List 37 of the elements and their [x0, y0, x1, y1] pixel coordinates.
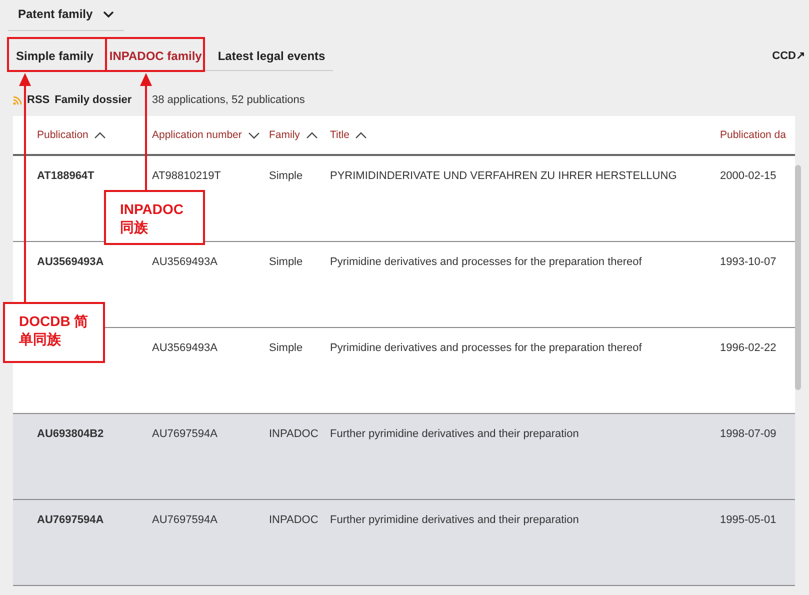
chevron-down-icon	[102, 10, 114, 18]
family-cell: Simple	[269, 342, 303, 354]
publication-date-cell: 1996-02-22	[720, 342, 776, 354]
publication-date-cell: 1998-07-09	[720, 428, 776, 440]
publication-date-cell: 1995-05-01	[720, 514, 776, 526]
title-cell: Pyrimidine derivatives and processes for the preparation thereof	[330, 342, 642, 354]
patent-family-dropdown[interactable]: Patent family	[8, 5, 124, 31]
title-cell: Further pyrimidine derivatives and their preparation	[330, 514, 579, 526]
annotation-callout: INPADOC 同族	[104, 190, 205, 245]
application-number-cell: AU7697594A	[152, 428, 218, 440]
scrollbar[interactable]	[795, 165, 801, 390]
tab[interactable]: INPADOC family	[101, 40, 210, 70]
publication-cell: AU3569493A	[37, 256, 104, 268]
publication-cell: AU7697594A	[37, 514, 104, 526]
title-cell: PYRIMIDINDERIVATE UND VERFAHREN ZU IHRER HERSTELLUNG	[330, 170, 677, 182]
publication-date-cell: 2000-02-15	[720, 170, 776, 182]
rss-icon	[13, 96, 22, 104]
ccd-link[interactable]: CCD↗	[772, 49, 805, 62]
family-dossier-title: Family dossier	[54, 94, 132, 106]
tab[interactable]: Simple family	[8, 40, 102, 70]
rss-link[interactable]: RSS	[27, 94, 50, 106]
family-cell: Simple	[269, 170, 303, 182]
publication-cell: AU693804B2	[37, 428, 104, 440]
family-summary: 38 applications, 52 publications	[152, 94, 306, 106]
title-cell: Further pyrimidine derivatives and their preparation	[330, 428, 579, 440]
family-cell: Simple	[269, 256, 303, 268]
application-number-cell: AU7697594A	[152, 514, 218, 526]
application-number-cell: AT98810219T	[152, 170, 221, 182]
application-number-cell: AU3569493A	[152, 256, 218, 268]
title-cell: Pyrimidine derivatives and processes for the preparation thereof	[330, 256, 642, 268]
tab[interactable]: Latest legal events	[210, 40, 334, 70]
publication-date-cell: 1993-10-07	[720, 256, 776, 268]
annotation-callout: DOCDB 简单同族	[3, 302, 105, 363]
application-number-cell: AU3569493A	[152, 342, 218, 354]
publication-cell: AT188964T	[37, 170, 94, 182]
family-cell: INPADOC	[269, 514, 318, 526]
family-cell: INPADOC	[269, 428, 318, 440]
